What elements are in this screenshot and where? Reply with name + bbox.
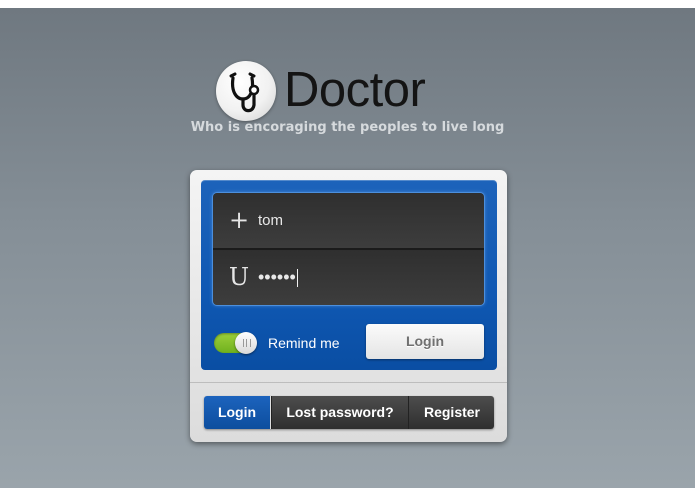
password-field[interactable]: U •••••• [213,250,484,305]
brand-logo: Doctor [216,60,446,122]
toggle-knob[interactable] [235,332,257,354]
text-caret [296,269,298,288]
username-value: tom [258,212,284,229]
user-icon: + [228,206,250,234]
tab-lost-password[interactable]: Lost password? [271,396,408,429]
lock-icon: U [228,263,250,291]
page-background: Doctor Who is encoraging the peoples to … [0,8,695,488]
credential-fields: + tom U •••••• [213,193,484,305]
login-panel: + tom U •••••• Remind me Login [201,180,497,370]
tab-login[interactable]: Login [204,396,270,429]
password-mask: •••••• [258,267,296,287]
remember-label: Remind me [268,335,340,351]
login-box: + tom U •••••• Remind me Login Login Los… [190,170,507,442]
brand-name: Doctor [284,63,426,117]
brand-tagline: Who is encoraging the peoples to live lo… [190,120,505,135]
auth-tabs: Login Lost password? Register [204,396,494,429]
remember-toggle[interactable] [214,332,257,354]
section-divider [190,382,507,383]
username-field[interactable]: + tom [213,193,484,248]
stethoscope-icon [216,61,276,121]
tab-register[interactable]: Register [408,396,494,429]
login-button[interactable]: Login [366,324,484,359]
password-value: •••••• [258,250,298,305]
grip-icon [243,339,251,347]
